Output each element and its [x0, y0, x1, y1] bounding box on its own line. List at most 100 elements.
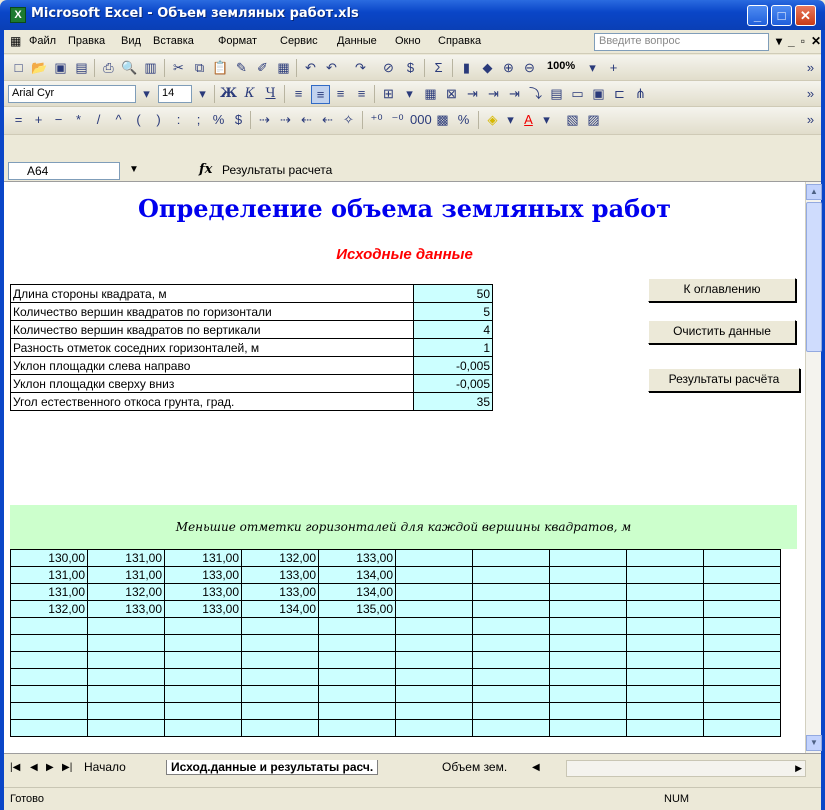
- grid-cell[interactable]: [318, 617, 396, 635]
- grid-cell[interactable]: 132,00: [87, 583, 165, 601]
- grid-cell[interactable]: [395, 668, 473, 686]
- grid-cell[interactable]: [164, 702, 242, 720]
- bold-button[interactable]: Ж: [220, 85, 237, 102]
- borders-icon[interactable]: ⊞: [380, 85, 397, 102]
- grid-cell[interactable]: [703, 685, 781, 703]
- grid-cell[interactable]: [703, 651, 781, 669]
- wrap-icon[interactable]: ⤵: [527, 85, 544, 102]
- grid-cell[interactable]: [164, 685, 242, 703]
- remove-arrows-icon[interactable]: ⇠: [298, 111, 315, 128]
- format-painter-icon[interactable]: ✎: [233, 59, 250, 76]
- grid-cell[interactable]: [10, 702, 88, 720]
- grid-cell[interactable]: [87, 668, 165, 686]
- grid-cell[interactable]: [241, 719, 319, 737]
- tab-earthwork-volume[interactable]: Объем зем.: [442, 760, 507, 774]
- permission-icon[interactable]: ▤: [73, 59, 90, 76]
- grid-cell[interactable]: [703, 566, 781, 584]
- grid-cell[interactable]: [626, 549, 704, 567]
- chart-wizard-icon[interactable]: ▮: [458, 59, 475, 76]
- font-size-select[interactable]: 14: [158, 85, 192, 103]
- param-value-cell[interactable]: -0,005: [413, 356, 493, 375]
- toolbar-overflow-icon[interactable]: »: [802, 59, 819, 76]
- grid-cell[interactable]: 132,00: [241, 549, 319, 567]
- percent-icon[interactable]: %: [210, 111, 227, 128]
- font-name-select[interactable]: Arial Cyr: [8, 85, 136, 103]
- insert-cols-icon[interactable]: ⇥: [485, 85, 502, 102]
- grid-cell[interactable]: [87, 702, 165, 720]
- increase-decimal-icon[interactable]: ⁺⁰: [368, 111, 385, 128]
- remove-all-arrows-icon[interactable]: ⇠: [319, 111, 336, 128]
- research-icon[interactable]: ▥: [142, 59, 159, 76]
- grid-cell[interactable]: [703, 719, 781, 737]
- minus-icon[interactable]: −: [50, 111, 67, 128]
- grid-cell[interactable]: [703, 634, 781, 652]
- grid-cell[interactable]: [626, 634, 704, 652]
- equals-icon[interactable]: =: [10, 111, 27, 128]
- zoom-out-icon[interactable]: ⊖: [521, 59, 538, 76]
- tab-start[interactable]: Начало: [84, 760, 126, 774]
- grid-cell[interactable]: [318, 668, 396, 686]
- grid-cell[interactable]: [472, 617, 550, 635]
- number-format-icon[interactable]: ▩: [434, 111, 451, 128]
- align-left-icon[interactable]: ≡: [290, 85, 307, 102]
- toolbar-overflow-icon[interactable]: »: [802, 85, 819, 102]
- redo-icon[interactable]: ↷: [352, 59, 369, 76]
- grid-icon[interactable]: ▦: [422, 85, 439, 102]
- grid-cell[interactable]: [318, 685, 396, 703]
- menu-window[interactable]: Окно: [395, 35, 421, 47]
- grid-cell[interactable]: [395, 600, 473, 618]
- param-value-cell[interactable]: -0,005: [413, 374, 493, 393]
- param-value-cell[interactable]: 5: [413, 302, 493, 321]
- grid-cell[interactable]: [549, 719, 627, 737]
- trace-error-icon[interactable]: ✧: [340, 111, 357, 128]
- grid-cell[interactable]: 132,00: [10, 600, 88, 618]
- toc-button[interactable]: К оглавлению: [648, 278, 796, 302]
- grid-cell[interactable]: [626, 583, 704, 601]
- grid-cell[interactable]: [164, 651, 242, 669]
- grid-cell[interactable]: [241, 617, 319, 635]
- maximize-icon[interactable]: □: [771, 5, 792, 26]
- grid-cell[interactable]: [241, 634, 319, 652]
- grid-cell[interactable]: [10, 634, 88, 652]
- grid-cell[interactable]: [87, 634, 165, 652]
- grid-cell[interactable]: [87, 719, 165, 737]
- divide-icon[interactable]: /: [90, 111, 107, 128]
- grid-cell[interactable]: [626, 617, 704, 635]
- vertical-scrollbar[interactable]: ▲ ▼: [805, 182, 822, 753]
- trace-dependents-icon[interactable]: ⇢: [277, 111, 294, 128]
- font-name-dropdown-icon[interactable]: ▾: [138, 85, 155, 102]
- param-value-cell[interactable]: 50: [413, 284, 493, 303]
- grid-cell[interactable]: [241, 668, 319, 686]
- close-icon[interactable]: ✕: [795, 5, 816, 26]
- grid-cell[interactable]: [395, 617, 473, 635]
- cross-grid-icon[interactable]: ⊠: [443, 85, 460, 102]
- grid-cell[interactable]: [241, 685, 319, 703]
- print-icon[interactable]: ⎙: [100, 59, 117, 76]
- scroll-thumb[interactable]: [806, 202, 822, 352]
- grid-cell[interactable]: [703, 702, 781, 720]
- grid-cell[interactable]: [549, 702, 627, 720]
- italic-button[interactable]: К: [241, 85, 258, 102]
- first-sheet-icon[interactable]: |◀: [10, 762, 20, 773]
- name-box[interactable]: A64: [8, 162, 120, 180]
- print-preview-icon[interactable]: 🔍: [121, 59, 138, 76]
- grid-cell[interactable]: 133,00: [87, 600, 165, 618]
- grid-cell[interactable]: 134,00: [318, 583, 396, 601]
- borders-dropdown-icon[interactable]: ▾: [401, 85, 418, 102]
- grid-cell[interactable]: [626, 719, 704, 737]
- grid-cell[interactable]: [703, 600, 781, 618]
- menu-tools[interactable]: Сервис: [280, 35, 318, 47]
- grid-cell[interactable]: [318, 719, 396, 737]
- tab-input-and-results[interactable]: Исход.данные и результаты расч.: [166, 760, 379, 775]
- grid-cell[interactable]: [472, 651, 550, 669]
- toolbar-options-icon[interactable]: +: [605, 59, 622, 76]
- excel-app-icon[interactable]: X: [10, 7, 26, 23]
- grid-cell[interactable]: 133,00: [241, 566, 319, 584]
- save-icon[interactable]: ▣: [52, 59, 69, 76]
- tab-split-icon[interactable]: ◀: [532, 762, 540, 773]
- dollar-icon[interactable]: $: [230, 111, 247, 128]
- grid-cell[interactable]: [549, 566, 627, 584]
- grid-cell[interactable]: [318, 651, 396, 669]
- grid-cell[interactable]: [164, 719, 242, 737]
- grid-cell[interactable]: 131,00: [10, 566, 88, 584]
